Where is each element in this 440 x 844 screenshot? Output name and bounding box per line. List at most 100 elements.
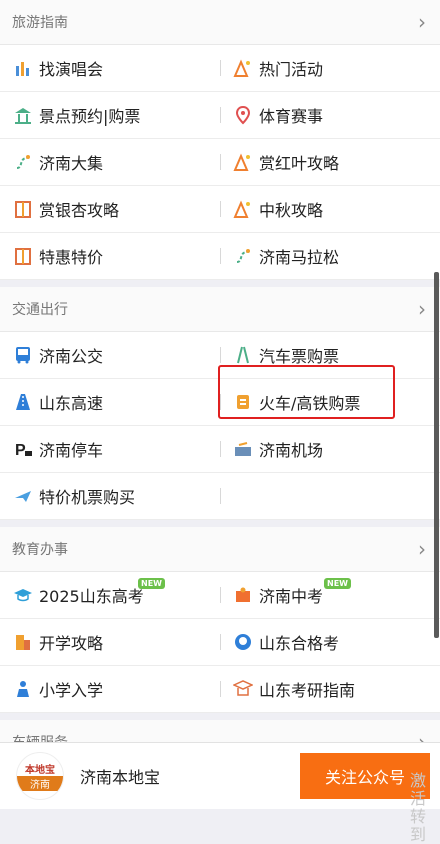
section: 旅游指南 › 找演唱会 热门活动景点预约|购票 体育赛事济南大集 赏红叶攻略赏银杏攻略 中秋…	[0, 0, 440, 280]
service-link[interactable]: 景点预约|购票	[0, 92, 220, 138]
service-label: 找演唱会	[39, 60, 104, 79]
service-label: 济南停车	[39, 441, 104, 460]
section-gap	[0, 713, 440, 720]
graduate-icon	[232, 678, 254, 700]
section: 教育办事 › 2025山东高考 NEW 济南中考 NEW 开学攻略 山东合格考 小学入学 山东考研…	[0, 527, 440, 713]
plane-icon	[12, 485, 34, 507]
grid-row: 特惠特价 济南马拉松	[0, 233, 440, 280]
service-label: 开学攻略	[39, 634, 104, 653]
new-badge: NEW	[138, 578, 165, 589]
service-label: 景点预约|购票	[39, 107, 141, 126]
section-header[interactable]: 交通出行 ›	[0, 287, 440, 332]
grid-row: 特价机票购买	[0, 473, 440, 520]
service-link[interactable]: 山东合格考	[220, 619, 440, 665]
activity-icon	[232, 151, 254, 173]
service-label: 济南机场	[259, 441, 324, 460]
service-link[interactable]: 赏红叶攻略	[220, 139, 440, 185]
service-link[interactable]: 特惠特价	[0, 233, 220, 279]
service-label: 体育赛事	[259, 107, 324, 126]
section-header[interactable]: 教育办事 ›	[0, 527, 440, 572]
service-link[interactable]: 找演唱会	[0, 45, 220, 91]
service-link[interactable]: 济南机场	[220, 426, 440, 472]
guide-book-icon	[12, 198, 34, 220]
highway-icon	[12, 391, 34, 413]
logo-text-top: 本地宝	[25, 765, 55, 776]
grid-row: 济南大集 赏红叶攻略	[0, 139, 440, 186]
service-link[interactable]: 体育赛事	[220, 92, 440, 138]
service-link[interactable]: 山东考研指南	[220, 666, 440, 712]
grid-row: 赏银杏攻略 中秋攻略	[0, 186, 440, 233]
road-icon	[232, 344, 254, 366]
service-label: 小学入学	[39, 681, 104, 700]
service-label: 汽车票购票	[259, 347, 340, 366]
section-gap	[0, 520, 440, 527]
section-title: 教育办事	[12, 542, 68, 558]
airport-icon	[232, 438, 254, 460]
guide-book-icon	[12, 245, 34, 267]
watermark-text: 激活 转到	[410, 772, 440, 844]
watermark-line: 转到	[410, 807, 427, 844]
service-link[interactable]: 热门活动	[220, 45, 440, 91]
bus-icon	[12, 344, 34, 366]
school-building-icon	[12, 631, 34, 653]
service-label: 赏红叶攻略	[259, 154, 340, 173]
graduation-cap-icon	[12, 584, 34, 606]
chevron-right-icon[interactable]: ›	[418, 12, 426, 32]
service-link[interactable]: 开学攻略	[0, 619, 220, 665]
grid-row: 找演唱会 热门活动	[0, 45, 440, 92]
parking-icon: P	[12, 438, 34, 460]
brand-logo: 本地宝 济南	[16, 752, 64, 800]
watermark-line: 激活	[410, 771, 427, 808]
section-title: 交通出行	[12, 302, 68, 318]
section-header[interactable]: 旅游指南 ›	[0, 0, 440, 45]
service-link[interactable]: 山东高速	[0, 379, 220, 425]
service-link[interactable]: 济南公交	[0, 332, 220, 378]
service-label: 赏银杏攻略	[39, 201, 120, 220]
service-label: 2025山东高考	[39, 587, 144, 606]
service-link[interactable]: 中秋攻略	[220, 186, 440, 232]
route-icon	[232, 245, 254, 267]
service-label: 热门活动	[259, 60, 324, 79]
activity-icon	[232, 198, 254, 220]
logo-text-bottom: 济南	[17, 776, 63, 791]
service-link[interactable]: 特价机票购买	[0, 473, 220, 519]
service-label: 中秋攻略	[259, 201, 324, 220]
route-icon	[12, 151, 34, 173]
footer-bar: 本地宝 济南 济南本地宝 关注公众号	[0, 742, 440, 809]
scrollbar[interactable]	[434, 272, 439, 638]
service-label: 山东高速	[39, 394, 104, 413]
service-label: 山东合格考	[259, 634, 340, 653]
empty-cell	[220, 473, 440, 519]
location-pin-icon	[232, 104, 254, 126]
concert-icon	[12, 57, 34, 79]
student-icon	[232, 631, 254, 653]
grid-row: 开学攻略 山东合格考	[0, 619, 440, 666]
new-badge: NEW	[324, 578, 351, 589]
grid-row: 小学入学 山东考研指南	[0, 666, 440, 713]
service-link[interactable]: 济南大集	[0, 139, 220, 185]
grid-row: 景点预约|购票 体育赛事	[0, 92, 440, 139]
chevron-right-icon[interactable]: ›	[418, 539, 426, 559]
service-label: 济南中考	[259, 587, 324, 606]
service-label: 特惠特价	[39, 248, 104, 267]
activity-icon	[232, 57, 254, 79]
child-icon	[12, 678, 34, 700]
service-label: 山东考研指南	[259, 681, 356, 700]
chevron-right-icon[interactable]: ›	[418, 299, 426, 319]
service-label: 济南大集	[39, 154, 104, 173]
service-label: 济南公交	[39, 347, 104, 366]
brand-name: 济南本地宝	[80, 768, 161, 787]
grid-row: 2025山东高考 NEW 济南中考 NEW	[0, 572, 440, 619]
service-link[interactable]: 济南马拉松	[220, 233, 440, 279]
service-link[interactable]: P 济南停车	[0, 426, 220, 472]
service-link[interactable]: 济南中考 NEW	[220, 572, 440, 618]
service-link[interactable]: 2025山东高考 NEW	[0, 572, 220, 618]
grid-row: P 济南停车 济南机场	[0, 426, 440, 473]
service-label: 特价机票购买	[39, 488, 136, 507]
highlight-box	[218, 365, 395, 419]
service-link[interactable]: 小学入学	[0, 666, 220, 712]
exam-icon	[232, 584, 254, 606]
service-link[interactable]: 赏银杏攻略	[0, 186, 220, 232]
section-gap	[0, 280, 440, 287]
svg-text:P: P	[15, 442, 26, 459]
